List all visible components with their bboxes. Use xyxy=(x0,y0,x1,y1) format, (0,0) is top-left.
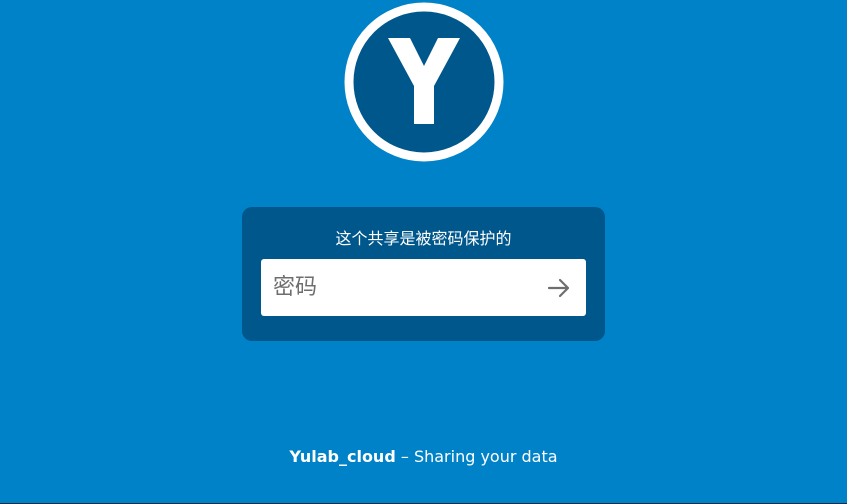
footer-brand-name: Yulab_cloud xyxy=(289,447,396,466)
password-protection-panel: 这个共享是被密码保护的 xyxy=(242,207,605,341)
password-input[interactable] xyxy=(261,259,531,316)
password-field-container xyxy=(261,259,586,316)
password-protected-message: 这个共享是被密码保护的 xyxy=(335,229,512,248)
footer-separator: – xyxy=(395,447,414,466)
yulab-logo-icon xyxy=(344,2,504,162)
arrow-right-icon xyxy=(544,273,574,303)
footer-tagline: Sharing your data xyxy=(413,447,558,466)
submit-button[interactable] xyxy=(544,273,574,303)
footer: Yulab_cloud – Sharing your data xyxy=(0,446,847,468)
